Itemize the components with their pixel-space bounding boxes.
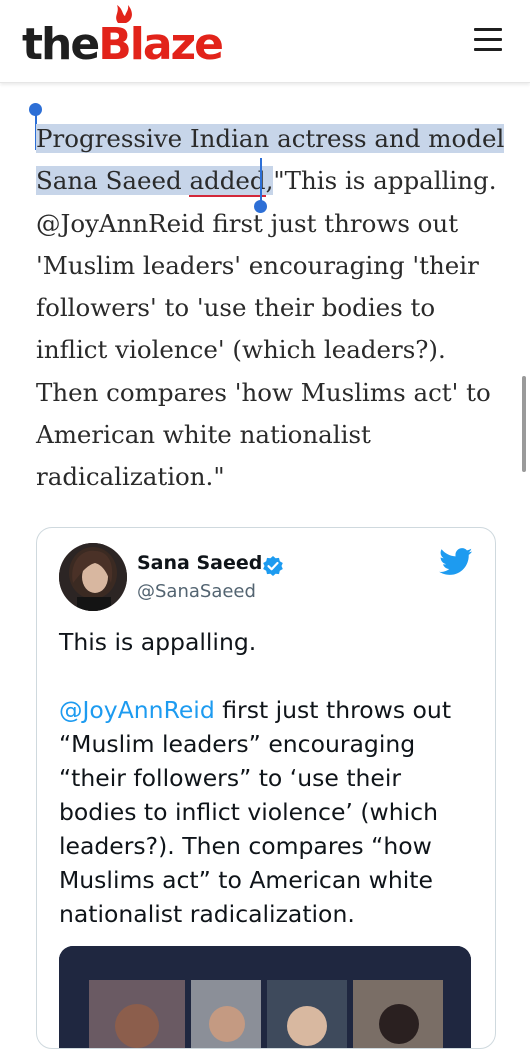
video-thumbnail bbox=[59, 946, 471, 1048]
mention-link[interactable]: @JoyAnnReid bbox=[59, 696, 215, 724]
site-header: the Blaze bbox=[0, 0, 530, 83]
verified-badge-icon bbox=[263, 556, 283, 576]
avatar-portrait bbox=[59, 543, 127, 611]
article-paragraph: Progressive Indian actress and model San… bbox=[36, 118, 506, 499]
selection-end-caret bbox=[260, 158, 262, 202]
quote-text: "This is appalling. @JoyAnnReid first ju… bbox=[36, 166, 497, 492]
logo-blaze: Blaze bbox=[98, 5, 224, 70]
selected-text-line1: Progressive Indian actress and model bbox=[36, 124, 505, 153]
tweet-paragraph2: @JoyAnnReid first just throws out “Musli… bbox=[59, 693, 479, 931]
logo-blaze-text: Blaze bbox=[98, 19, 224, 70]
tweet-media-video[interactable] bbox=[59, 946, 471, 1048]
tweet-line1: This is appalling. bbox=[59, 628, 257, 656]
logo-the: the bbox=[22, 19, 100, 70]
added-link[interactable]: added bbox=[189, 166, 266, 198]
twitter-bird-icon[interactable] bbox=[439, 548, 473, 576]
selected-text-line2: Sana Saeed bbox=[36, 166, 182, 196]
hamburger-menu-icon[interactable] bbox=[474, 28, 502, 52]
embedded-tweet[interactable]: Sana Saeed @SanaSaeed This is appalling.… bbox=[36, 527, 496, 1049]
avatar[interactable] bbox=[59, 543, 127, 611]
tweet-paragraph2-text: first just throws out “Muslim leaders” e… bbox=[59, 696, 452, 928]
selection-end-handle[interactable] bbox=[254, 200, 267, 213]
tweet-author-handle[interactable]: @SanaSaeed bbox=[137, 581, 256, 602]
flame-icon bbox=[116, 5, 133, 23]
tweet-author-name[interactable]: Sana Saeed bbox=[137, 552, 262, 574]
scrollbar[interactable] bbox=[522, 376, 526, 472]
theblaze-logo[interactable]: the Blaze bbox=[22, 5, 224, 70]
tweet-body: This is appalling. @JoyAnnReid first jus… bbox=[59, 625, 479, 965]
